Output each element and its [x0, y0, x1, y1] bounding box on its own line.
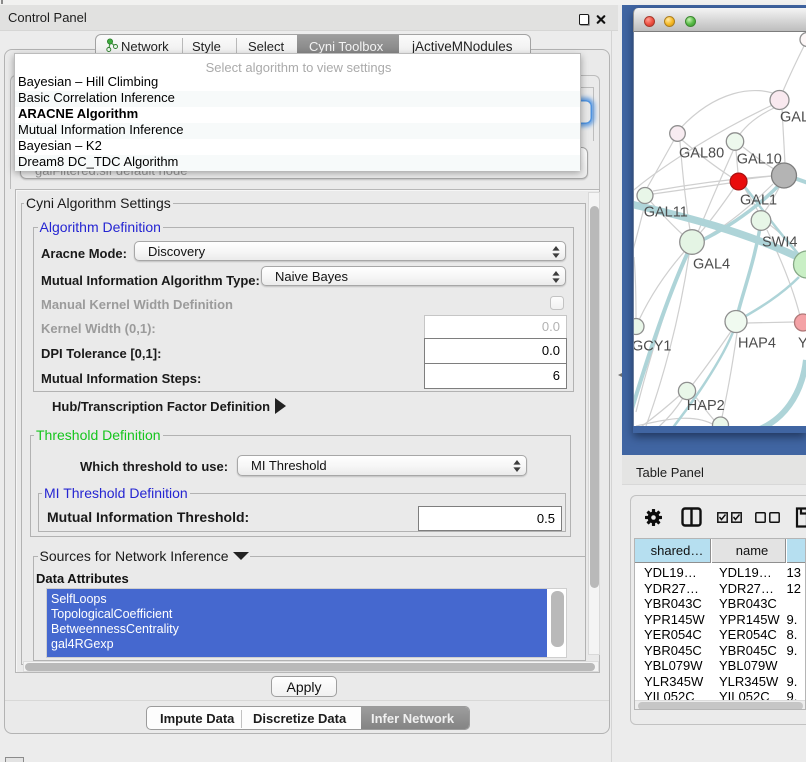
svg-text:HAP4: HAP4	[738, 336, 776, 352]
svg-text:GAL80: GAL80	[780, 110, 806, 126]
svg-text:GAL10: GAL10	[737, 152, 782, 168]
svg-text:YJ: YJ	[798, 336, 806, 352]
svg-text:GAL80: GAL80	[679, 146, 724, 162]
svg-text:GAL11: GAL11	[644, 205, 688, 221]
svg-text:GCY1: GCY1	[634, 339, 672, 355]
svg-text:HAP2: HAP2	[687, 398, 725, 414]
svg-text:SWI4: SWI4	[762, 235, 797, 251]
svg-text:GAL4: GAL4	[693, 257, 730, 273]
svg-text:GAL1: GAL1	[740, 193, 777, 209]
